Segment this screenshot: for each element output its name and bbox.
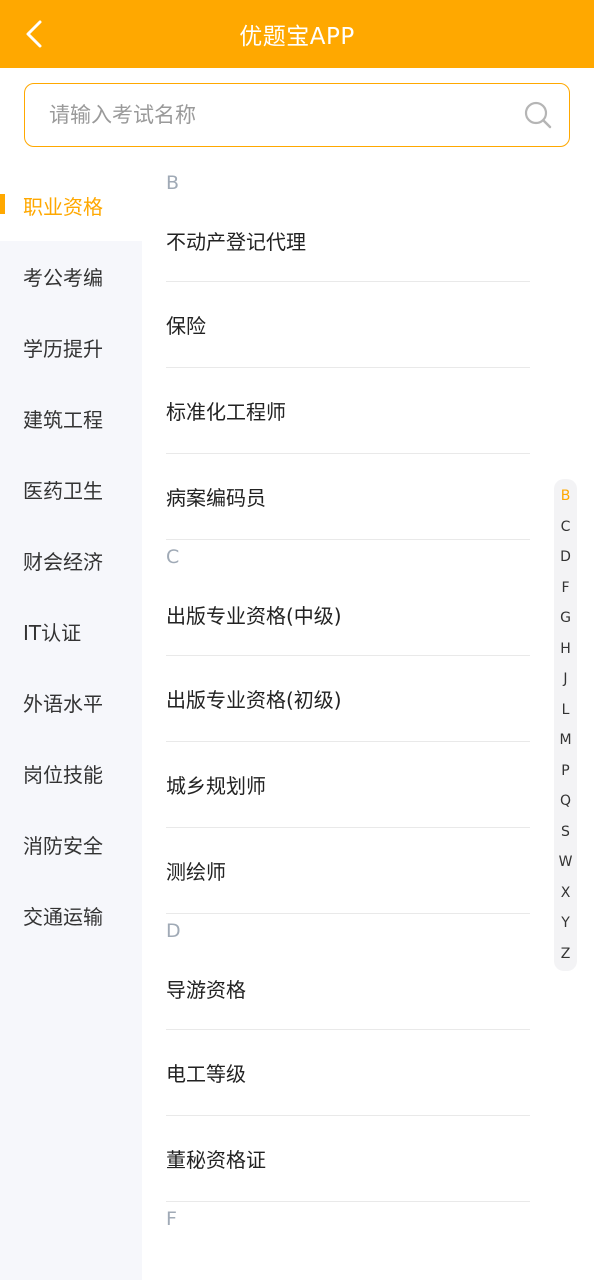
alphabet-letter[interactable]: B: [561, 489, 571, 503]
category-sidebar: 职业资格 考公考编 学历提升 建筑工程 医药卫生 财会经济 IT认证 外语水平 岗位技能 消防安全…: [0, 170, 142, 1280]
list-item[interactable]: 出版专业资格(初级): [166, 656, 530, 742]
alphabet-letter[interactable]: J: [563, 672, 567, 686]
alphabet-letter[interactable]: X: [561, 886, 571, 900]
alphabet-letter[interactable]: P: [561, 764, 569, 778]
alphabet-letter[interactable]: M: [559, 733, 571, 747]
exam-list: B 不动产登记代理 保险 标准化工程师 病案编码员 C 出版专业资格(中级) 出版专业资格(初…: [142, 166, 594, 1280]
sidebar-item[interactable]: 财会经济: [0, 525, 142, 596]
sidebar-item[interactable]: 交通运输: [0, 880, 142, 951]
alphabet-letter[interactable]: Q: [560, 794, 571, 808]
sidebar-item[interactable]: 考公考编: [0, 241, 142, 312]
list-item[interactable]: 标准化工程师: [166, 368, 530, 454]
list-item[interactable]: 电工等级: [166, 1030, 530, 1116]
list-item[interactable]: 不动产登记代理: [166, 200, 530, 282]
sidebar-item[interactable]: 学历提升: [0, 312, 142, 383]
chevron-left-icon: [26, 20, 42, 48]
alphabet-letter[interactable]: L: [562, 703, 570, 717]
sidebar-item[interactable]: 消防安全: [0, 809, 142, 880]
alphabet-letter[interactable]: G: [560, 611, 571, 625]
list-item[interactable]: 城乡规划师: [166, 742, 530, 828]
alphabet-letter[interactable]: W: [559, 855, 573, 869]
sidebar-item[interactable]: 建筑工程: [0, 383, 142, 454]
alphabet-letter[interactable]: D: [560, 550, 571, 564]
group-letter-header: D: [166, 920, 181, 942]
group-letter-header: F: [166, 1208, 177, 1230]
list-item[interactable]: 测绘师: [166, 828, 530, 914]
alphabet-letter[interactable]: Y: [561, 916, 570, 930]
alphabet-letter[interactable]: C: [561, 520, 571, 534]
sidebar-item[interactable]: 外语水平: [0, 667, 142, 738]
sidebar-item[interactable]: 职业资格: [0, 170, 142, 241]
back-button[interactable]: [14, 14, 54, 54]
alphabet-index[interactable]: B C D F G H J L M P Q S W X Y Z: [554, 479, 577, 971]
alphabet-letter[interactable]: Z: [561, 947, 571, 961]
search-input[interactable]: [49, 103, 523, 127]
alphabet-letter[interactable]: F: [561, 581, 569, 595]
sidebar-item[interactable]: IT认证: [0, 596, 142, 667]
sidebar-item[interactable]: 岗位技能: [0, 738, 142, 809]
app-header: 优题宝APP: [0, 0, 594, 68]
group-letter-header: B: [166, 172, 180, 194]
search-bar[interactable]: [24, 83, 570, 147]
alphabet-letter[interactable]: S: [561, 825, 570, 839]
alphabet-letter[interactable]: H: [560, 642, 571, 656]
page-title: 优题宝APP: [239, 24, 355, 50]
list-item[interactable]: 出版专业资格(中级): [166, 574, 530, 656]
list-item[interactable]: 董秘资格证: [166, 1116, 530, 1202]
search-icon[interactable]: [523, 100, 553, 130]
sidebar-item[interactable]: 医药卫生: [0, 454, 142, 525]
list-item[interactable]: 保险: [166, 282, 530, 368]
group-letter-header: C: [166, 546, 180, 568]
app-screen: 优题宝APP 职业资格考公考编学历提升建筑工程医药卫生财会经济IT认证外语水平岗…: [0, 0, 594, 1280]
list-item[interactable]: 导游资格: [166, 948, 530, 1030]
list-item[interactable]: 病案编码员: [166, 454, 530, 540]
